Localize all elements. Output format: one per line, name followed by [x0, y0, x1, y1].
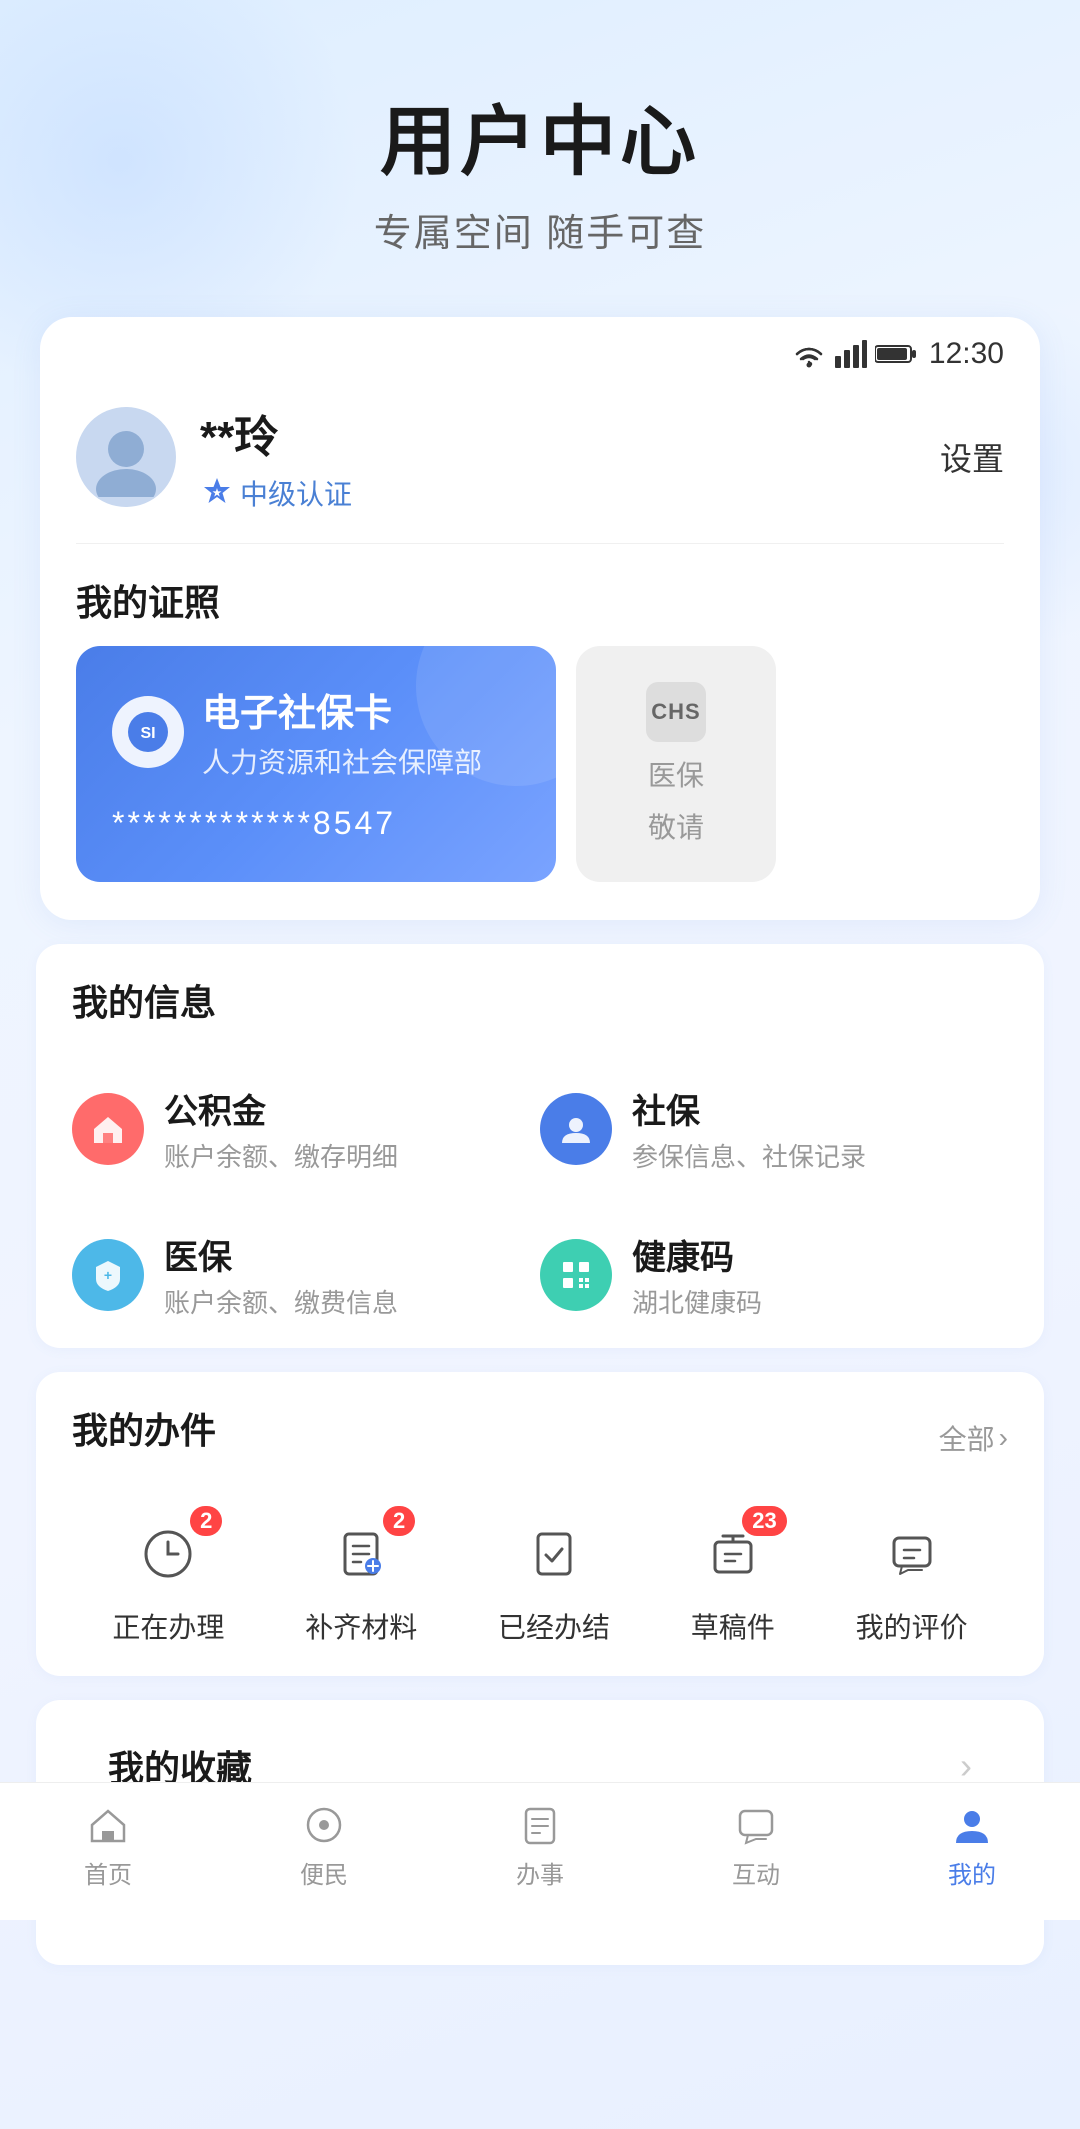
- affairs-grid: 2 正在办理: [72, 1504, 1008, 1656]
- supplement-label: 补齐材料: [305, 1606, 417, 1646]
- page-subtitle: 专属空间 随手可查: [0, 202, 1080, 257]
- si-card-org: 人力资源和社会保障部: [202, 741, 482, 781]
- affairs-title: 我的办件: [72, 1402, 216, 1454]
- status-time: 12:30: [929, 337, 1004, 371]
- gjj-icon: [72, 1093, 144, 1165]
- done-label: 已经办结: [498, 1606, 610, 1646]
- si-card-number: *************8547: [112, 805, 520, 842]
- sb-icon: [540, 1093, 612, 1165]
- supplement-badge: 2: [383, 1506, 415, 1536]
- gjj-desc: 账户余额、缴存明细: [164, 1137, 398, 1174]
- page-sections: 我的信息 公积金 账户余额、缴存明细: [0, 944, 1080, 2129]
- interact-nav-icon: [734, 1803, 778, 1847]
- mine-nav-icon: [950, 1803, 994, 1847]
- certificates-section: 我的证照 SI 电子社保卡 人力资源和社会保障部 *******: [40, 544, 1040, 920]
- battery-icon: [875, 343, 917, 365]
- done-icon: [514, 1514, 594, 1594]
- draft-badge: 23: [742, 1506, 786, 1536]
- info-item-jkm[interactable]: 健康码 湖北健康码: [540, 1202, 1008, 1348]
- chs-logo-text: CHS: [651, 699, 700, 725]
- yb-icon: +: [72, 1239, 144, 1311]
- info-item-gjj[interactable]: 公积金 账户余额、缴存明细: [72, 1056, 540, 1202]
- affair-processing[interactable]: 2 正在办理: [112, 1514, 224, 1646]
- certificates-title: 我的证照: [76, 574, 1004, 626]
- medical-card[interactable]: CHS 医保 敬请: [576, 646, 776, 882]
- cert-badge: ★ 中级认证: [200, 473, 352, 513]
- home-nav-icon: [86, 1803, 130, 1847]
- cert-level: 中级认证: [240, 473, 352, 513]
- info-item-sb[interactable]: 社保 参保信息、社保记录: [540, 1056, 1008, 1202]
- social-insurance-card[interactable]: SI 电子社保卡 人力资源和社会保障部 *************8547: [76, 646, 556, 882]
- info-grid: 公积金 账户余额、缴存明细 社保 参保信息、社保记录: [72, 1056, 1008, 1348]
- cert-icon: ★: [200, 476, 234, 510]
- processing-badge: 2: [190, 1506, 222, 1536]
- gjj-title: 公积金: [164, 1084, 398, 1133]
- nav-convenience-label: 便民: [300, 1855, 348, 1890]
- affairs-nav-icon: [518, 1803, 562, 1847]
- svg-text:SI: SI: [140, 725, 155, 742]
- sb-desc: 参保信息、社保记录: [632, 1137, 866, 1174]
- affair-done[interactable]: 已经办结: [498, 1514, 610, 1646]
- jkm-title: 健康码: [632, 1230, 762, 1279]
- medical-card-name: 医保: [648, 754, 704, 794]
- nav-interact[interactable]: 互动: [696, 1803, 816, 1890]
- info-section: 我的信息 公积金 账户余额、缴存明细: [36, 944, 1044, 1348]
- si-card-name: 电子社保卡: [202, 682, 482, 737]
- certificates-scroll[interactable]: SI 电子社保卡 人力资源和社会保障部 *************8547 CH…: [76, 646, 1004, 890]
- favorites-chevron: ›: [960, 1745, 972, 1787]
- review-icon: [872, 1514, 952, 1594]
- draft-label: 草稿件: [691, 1606, 775, 1646]
- svg-text:★: ★: [213, 488, 222, 499]
- bottom-nav: 首页 便民 办事 互动 我的: [0, 1782, 1080, 1920]
- jkm-desc: 湖北健康码: [632, 1283, 762, 1320]
- affairs-section: 我的办件 全部 › 2 正在办理: [36, 1372, 1044, 1676]
- settings-button[interactable]: 设置: [940, 434, 1004, 480]
- nav-home-label: 首页: [84, 1855, 132, 1890]
- affair-draft[interactable]: 23 草稿件: [691, 1514, 775, 1646]
- si-logo-icon: SI: [124, 708, 172, 756]
- yb-title: 医保: [164, 1230, 398, 1279]
- affairs-header: 我的办件 全部 ›: [72, 1402, 1008, 1474]
- info-title: 我的信息: [72, 974, 1008, 1026]
- yb-desc: 账户余额、缴费信息: [164, 1283, 398, 1320]
- user-name: **玲: [200, 401, 940, 465]
- review-label: 我的评价: [856, 1606, 968, 1646]
- processing-label: 正在办理: [112, 1606, 224, 1646]
- nav-convenience[interactable]: 便民: [264, 1803, 384, 1890]
- user-profile: **玲 ★ 中级认证 设置: [40, 381, 1040, 543]
- nav-mine[interactable]: 我的: [912, 1803, 1032, 1890]
- status-icons: [791, 340, 917, 368]
- info-item-yb[interactable]: + 医保 账户余额、缴费信息: [72, 1202, 540, 1348]
- user-cert: ★ 中级认证: [200, 473, 940, 513]
- chs-logo: CHS: [646, 682, 706, 742]
- si-logo: SI: [112, 696, 184, 768]
- sb-title: 社保: [632, 1084, 866, 1133]
- jkm-icon: [540, 1239, 612, 1311]
- nav-mine-label: 我的: [948, 1855, 996, 1890]
- signal-icon: [835, 340, 867, 368]
- user-info: **玲 ★ 中级认证: [200, 401, 940, 513]
- affair-supplement[interactable]: 2 补齐材料: [305, 1514, 417, 1646]
- nav-affairs[interactable]: 办事: [480, 1803, 600, 1890]
- page-title: 用户中心: [0, 80, 1080, 190]
- nav-affairs-label: 办事: [516, 1855, 564, 1890]
- status-bar: 12:30: [40, 317, 1040, 381]
- nav-home[interactable]: 首页: [48, 1803, 168, 1890]
- avatar: [76, 407, 176, 507]
- main-card: 12:30 **玲 ★ 中级认证 设置: [40, 317, 1040, 920]
- convenience-nav-icon: [302, 1803, 346, 1847]
- affairs-more-button[interactable]: 全部 ›: [939, 1418, 1008, 1458]
- chevron-right-icon: ›: [999, 1422, 1008, 1454]
- medical-card-subtitle: 敬请: [648, 806, 704, 846]
- wifi-icon: [791, 340, 827, 368]
- svg-text:+: +: [104, 1267, 112, 1283]
- avatar-icon: [86, 417, 166, 497]
- affair-review[interactable]: 我的评价: [856, 1514, 968, 1646]
- nav-interact-label: 互动: [732, 1855, 780, 1890]
